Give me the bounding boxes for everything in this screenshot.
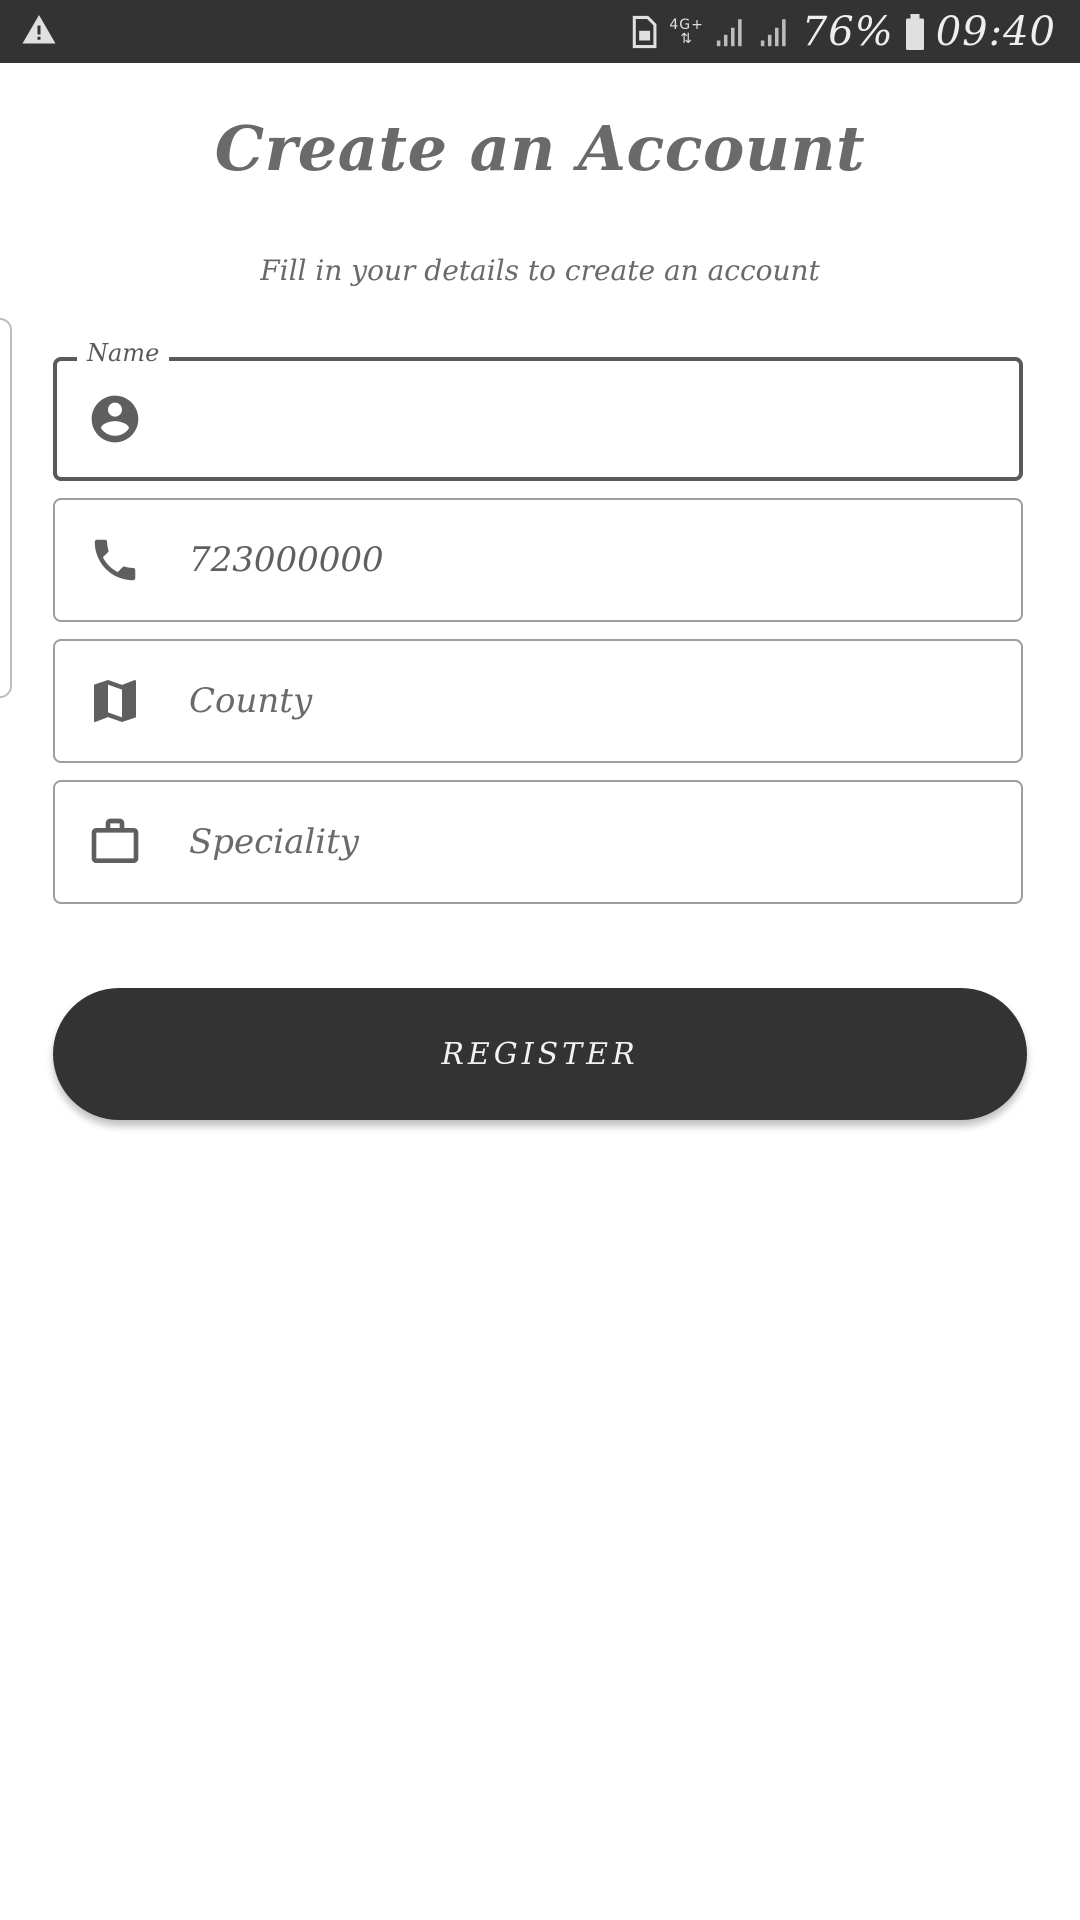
phone-input[interactable] (189, 535, 1001, 585)
clock: 09:40 (935, 8, 1056, 55)
account-circle-icon (87, 391, 143, 447)
briefcase-icon (87, 814, 143, 870)
county-input[interactable] (189, 676, 1001, 726)
phone-field[interactable] (53, 498, 1023, 622)
speciality-input[interactable] (189, 817, 1001, 867)
map-icon (87, 673, 143, 729)
name-field-label: Name (77, 339, 170, 367)
status-indicators: 4G+ ⇅ 76% 09:40 (629, 0, 1056, 63)
network-type: 4G+ ⇅ (669, 16, 704, 47)
status-bar: 4G+ ⇅ 76% 09:40 (0, 0, 1080, 63)
speciality-field[interactable] (53, 780, 1023, 904)
warning-icon (20, 12, 60, 52)
phone-icon (87, 532, 143, 588)
battery-icon (904, 13, 926, 50)
battery-percentage: 76% (801, 8, 894, 55)
signal-icon-2 (758, 15, 792, 49)
edge-panel-handle[interactable] (0, 318, 12, 698)
county-field[interactable] (53, 639, 1023, 763)
name-input[interactable] (191, 394, 999, 444)
sim-card-icon (629, 15, 659, 49)
name-field[interactable]: Name (53, 339, 1023, 481)
signal-icon (714, 15, 748, 49)
register-button[interactable]: REGISTER (53, 988, 1027, 1120)
page-title: Create an Account (214, 112, 866, 185)
page-subtitle: Fill in your details to create an accoun… (260, 254, 820, 287)
